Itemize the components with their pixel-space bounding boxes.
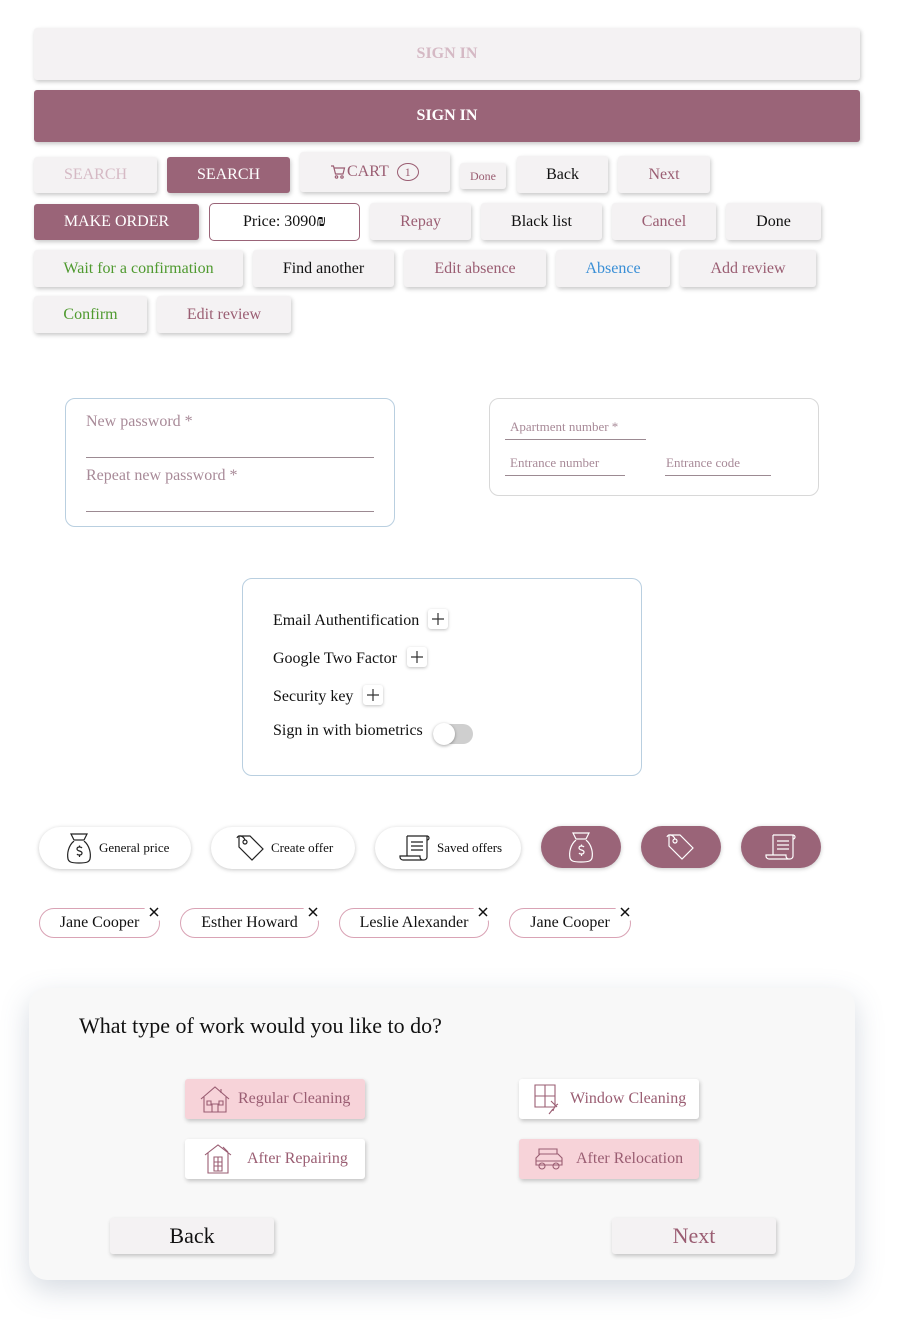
general-price-label: General price bbox=[99, 840, 170, 855]
password-form: New password * Repeat new password * bbox=[65, 398, 395, 527]
sign-in-button-disabled[interactable]: SIGN IN bbox=[34, 28, 860, 80]
name-chip: Leslie Alexander bbox=[339, 908, 489, 938]
email-auth-label: Email Authentification bbox=[273, 612, 420, 629]
chip-label: Esther Howard bbox=[201, 914, 298, 931]
relocation-car-icon bbox=[535, 1148, 563, 1170]
create-offer-label: Create offer bbox=[271, 840, 334, 855]
chip-label: Jane Cooper bbox=[59, 914, 140, 931]
repeat-password-underline bbox=[86, 511, 374, 512]
money-bag-icon bbox=[67, 833, 91, 864]
chip-label: Leslie Alexander bbox=[359, 914, 469, 931]
address-form: Apartment number * Entrance number Entra… bbox=[489, 398, 819, 496]
absence-button[interactable]: Absence bbox=[556, 250, 670, 287]
chip-remove-button[interactable] bbox=[144, 902, 164, 922]
google-two-factor-label: Google Two Factor bbox=[273, 650, 397, 667]
cart-icon bbox=[330, 164, 346, 180]
done-small-button[interactable]: Done bbox=[460, 163, 506, 189]
entrance-code-field[interactable]: Entrance code bbox=[666, 455, 740, 471]
chip-remove-button[interactable] bbox=[473, 902, 493, 922]
name-chip: Jane Cooper bbox=[39, 908, 160, 938]
chip-remove-button[interactable] bbox=[615, 902, 635, 922]
entrance-code-underline bbox=[665, 475, 771, 476]
scroll-list-icon bbox=[765, 834, 796, 860]
chip-label: Jane Cooper bbox=[530, 914, 610, 931]
house-cleaning-icon bbox=[200, 1086, 230, 1113]
option-window-cleaning[interactable]: Window Cleaning bbox=[519, 1079, 699, 1119]
price-tag-icon bbox=[236, 835, 264, 861]
saved-offers-pill[interactable]: Saved offers bbox=[375, 827, 521, 869]
black-list-button[interactable]: Black list bbox=[481, 203, 602, 240]
next-button[interactable]: Next bbox=[618, 156, 710, 193]
work-type-next-button[interactable]: Next bbox=[612, 1218, 776, 1254]
option-after-relocation[interactable]: After Relocation bbox=[519, 1139, 699, 1179]
close-icon bbox=[308, 907, 318, 917]
new-password-underline bbox=[86, 457, 374, 458]
price-tag-icon bbox=[666, 834, 694, 860]
cart-count-badge: 1 bbox=[396, 163, 419, 181]
security-card bbox=[242, 578, 642, 776]
apartment-number-field[interactable]: Apartment number * bbox=[510, 419, 618, 435]
money-bag-icon bbox=[569, 832, 593, 863]
option-label: After Relocation bbox=[576, 1150, 684, 1167]
shekel-icon: ₪ bbox=[316, 213, 327, 230]
security-key-add-button[interactable] bbox=[363, 685, 383, 705]
security-key-label: Security key bbox=[273, 688, 354, 705]
name-chip: Jane Cooper bbox=[509, 908, 631, 938]
biometrics-label: Sign in with biometrics bbox=[273, 722, 423, 739]
email-auth-add-button[interactable] bbox=[428, 609, 448, 629]
option-regular-cleaning[interactable]: Regular Cleaning bbox=[185, 1079, 365, 1119]
close-icon bbox=[149, 907, 159, 917]
plus-icon bbox=[367, 689, 379, 701]
entrance-number-field[interactable]: Entrance number bbox=[510, 455, 599, 471]
back-button[interactable]: Back bbox=[517, 156, 608, 193]
create-offer-pill[interactable]: Create offer bbox=[211, 827, 355, 869]
new-password-field[interactable]: New password * bbox=[86, 413, 193, 431]
wait-confirmation-button[interactable]: Wait for a confirmation bbox=[34, 250, 243, 287]
create-offer-icon-button[interactable] bbox=[641, 826, 721, 868]
cancel-button[interactable]: Cancel bbox=[612, 203, 716, 240]
search-button[interactable]: SEARCH bbox=[167, 157, 290, 193]
general-price-pill[interactable]: General price bbox=[39, 827, 191, 869]
search-button-disabled[interactable]: SEARCH bbox=[34, 157, 157, 193]
repeat-password-field[interactable]: Repeat new password * bbox=[86, 467, 238, 485]
work-type-question: What type of work would you like to do? bbox=[79, 1013, 442, 1038]
option-label: Regular Cleaning bbox=[238, 1090, 351, 1107]
price-label: Price: 3090 bbox=[242, 213, 317, 230]
repay-button[interactable]: Repay bbox=[370, 203, 471, 240]
toggle-knob bbox=[433, 723, 455, 745]
edit-absence-button[interactable]: Edit absence bbox=[404, 250, 546, 287]
find-another-button[interactable]: Find another bbox=[253, 250, 394, 287]
option-label: Window Cleaning bbox=[570, 1090, 687, 1107]
done-button[interactable]: Done bbox=[726, 203, 821, 240]
make-order-button[interactable]: MAKE ORDER bbox=[34, 204, 199, 240]
price-button[interactable]: Price: 3090 ₪ bbox=[209, 203, 360, 241]
repair-icon bbox=[204, 1144, 232, 1174]
general-price-icon-button[interactable] bbox=[541, 826, 621, 868]
window-cleaning-icon bbox=[534, 1084, 559, 1115]
chip-remove-button[interactable] bbox=[303, 902, 323, 922]
add-review-button[interactable]: Add review bbox=[680, 250, 816, 287]
plus-icon bbox=[411, 651, 423, 663]
option-label: After Repairing bbox=[247, 1150, 348, 1167]
close-icon bbox=[620, 907, 630, 917]
entrance-number-underline bbox=[505, 475, 625, 476]
cart-button[interactable]: CART 1 bbox=[300, 152, 450, 192]
work-type-back-button[interactable]: Back bbox=[110, 1218, 274, 1254]
scroll-list-icon bbox=[399, 835, 430, 861]
sign-in-button[interactable]: SIGN IN bbox=[34, 90, 860, 142]
google-two-factor-add-button[interactable] bbox=[407, 647, 427, 667]
biometrics-toggle[interactable] bbox=[433, 723, 473, 745]
saved-offers-label: Saved offers bbox=[437, 840, 503, 855]
edit-review-button[interactable]: Edit review bbox=[157, 296, 291, 333]
cart-label: CART bbox=[347, 163, 389, 180]
name-chip: Esther Howard bbox=[180, 908, 319, 938]
confirm-button[interactable]: Confirm bbox=[34, 296, 147, 333]
apartment-number-underline bbox=[505, 439, 646, 440]
option-after-repairing[interactable]: After Repairing bbox=[185, 1139, 365, 1179]
saved-offers-icon-button[interactable] bbox=[741, 826, 821, 868]
close-icon bbox=[478, 907, 488, 917]
plus-icon bbox=[432, 613, 444, 625]
